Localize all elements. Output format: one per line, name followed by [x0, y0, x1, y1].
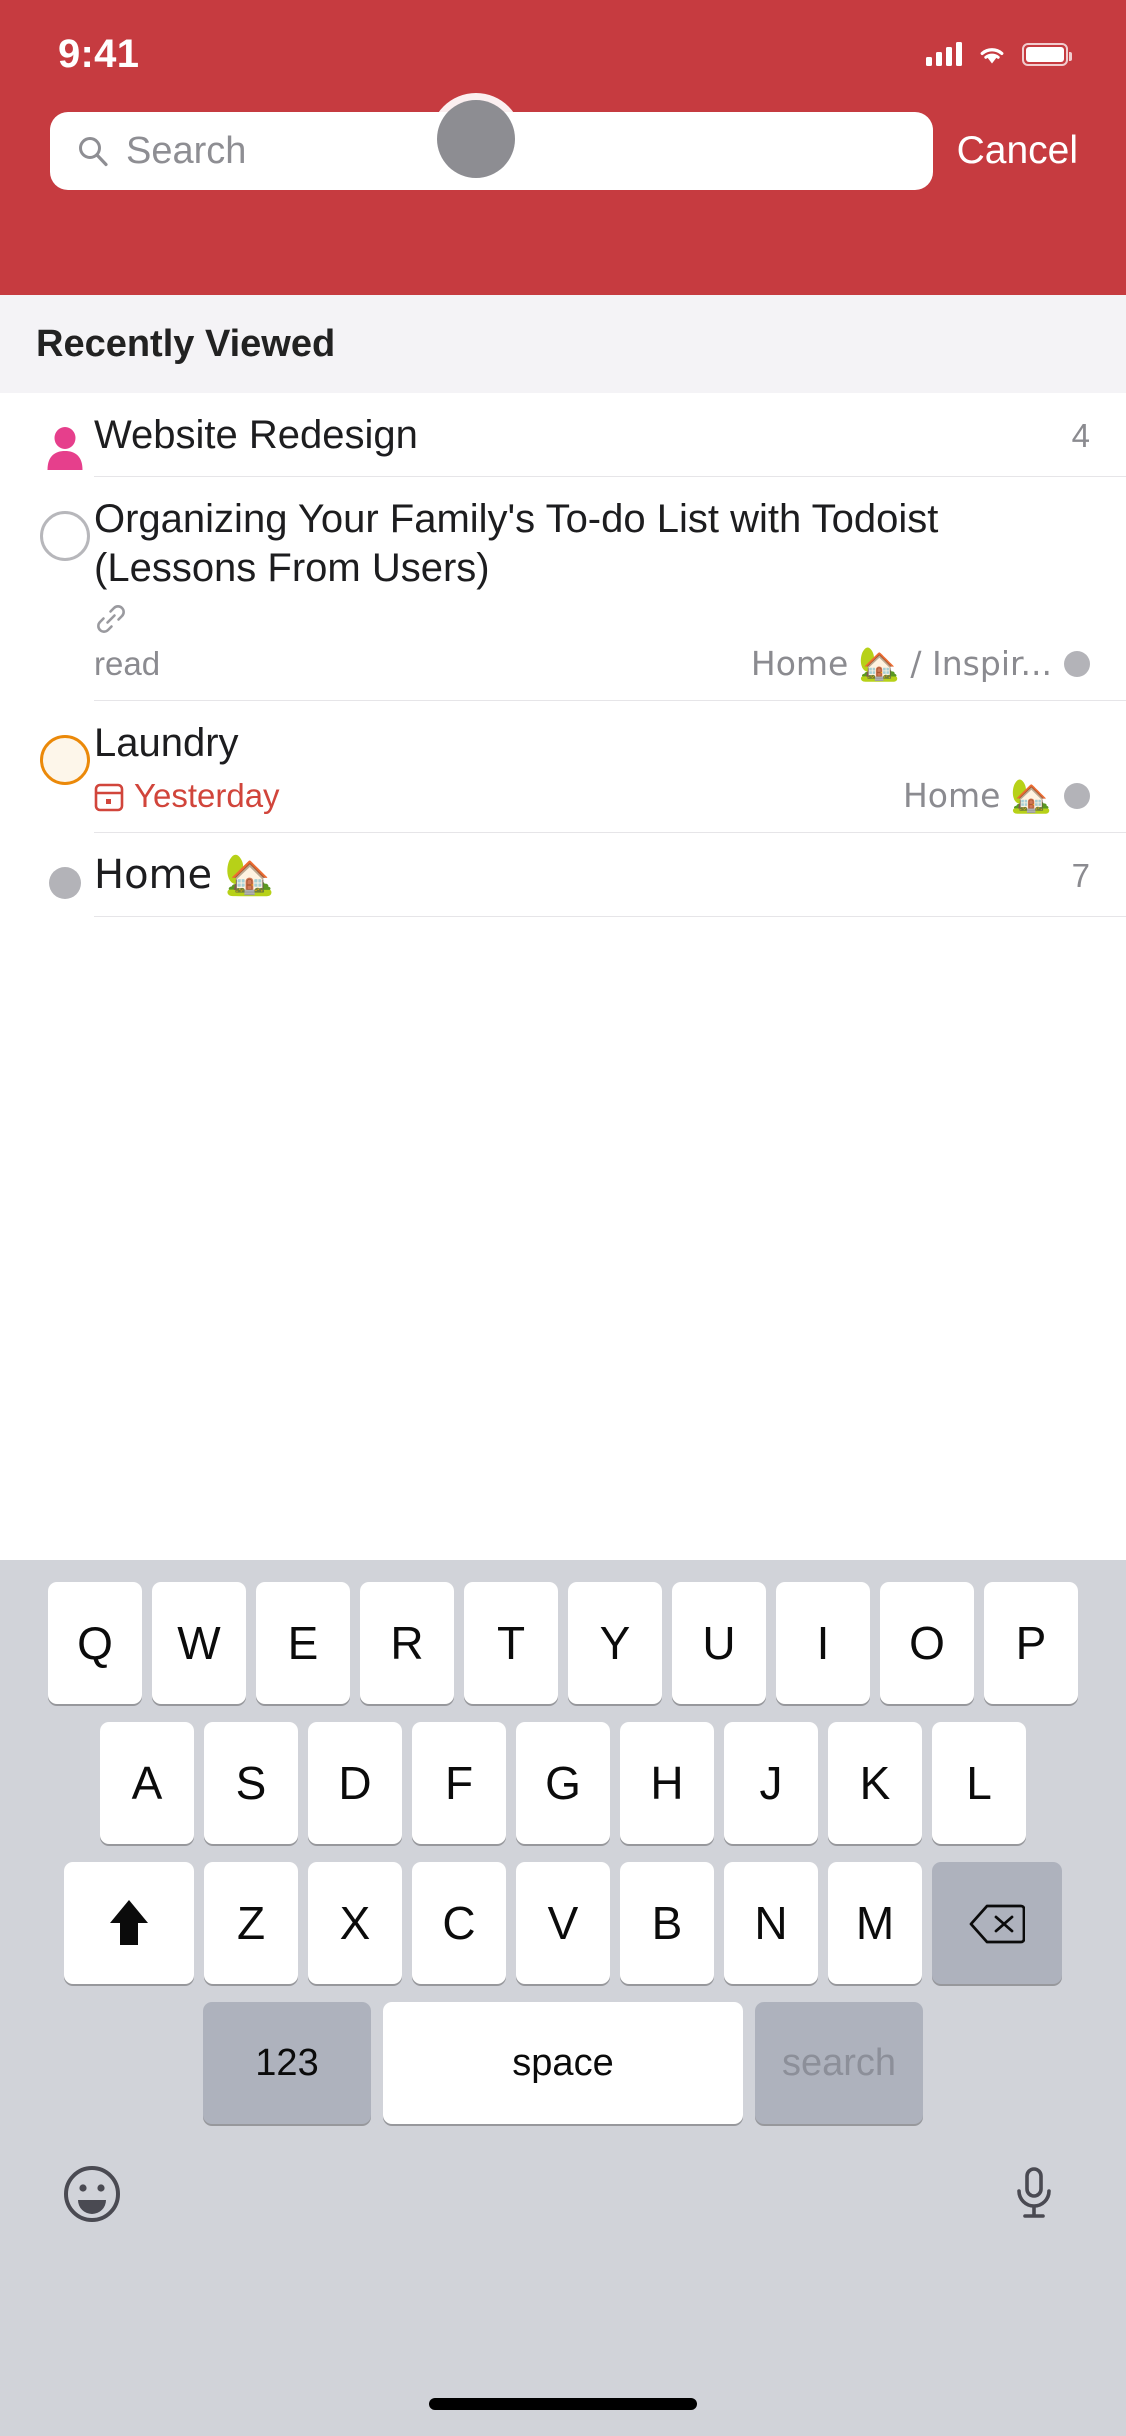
- list-item[interactable]: Organizing Your Family's To-do List with…: [0, 477, 1126, 701]
- key-d[interactable]: D: [308, 1722, 402, 1844]
- numbers-key[interactable]: 123: [203, 2002, 371, 2124]
- key-z[interactable]: Z: [204, 1862, 298, 1984]
- space-key[interactable]: space: [383, 2002, 743, 2124]
- list-item[interactable]: Laundry Yesterday Home 🏡: [0, 701, 1126, 832]
- key-x[interactable]: X: [308, 1862, 402, 1984]
- key-e[interactable]: E: [256, 1582, 350, 1704]
- list-item-body: Organizing Your Family's To-do List with…: [94, 477, 1126, 701]
- status-bar: 9:41: [0, 0, 1126, 96]
- key-k[interactable]: K: [828, 1722, 922, 1844]
- project-dot-icon: [1064, 651, 1090, 678]
- status-bar-time: 9:41: [58, 31, 140, 76]
- keyboard-row-1: Q W E R T Y U I O P: [0, 1560, 1126, 1704]
- phone-screen: 9:41 Search Cancel Recently Viewed Websi…: [0, 0, 1126, 2436]
- list-item-title: Home 🏡: [94, 852, 275, 899]
- key-q[interactable]: Q: [48, 1582, 142, 1704]
- link-icon: [94, 602, 128, 636]
- key-o[interactable]: O: [880, 1582, 974, 1704]
- keyboard-row-4: 123 space search: [0, 1984, 1126, 2124]
- home-indicator: [429, 2398, 697, 2410]
- key-v[interactable]: V: [516, 1862, 610, 1984]
- key-a[interactable]: A: [100, 1722, 194, 1844]
- shift-key[interactable]: [64, 1862, 194, 1984]
- app-header: 9:41 Search Cancel: [0, 0, 1126, 295]
- list-item-due: Yesterday: [94, 777, 280, 815]
- key-n[interactable]: N: [724, 1862, 818, 1984]
- status-bar-icons: [926, 42, 1072, 66]
- key-h[interactable]: H: [620, 1722, 714, 1844]
- person-icon: [45, 427, 85, 471]
- backspace-icon: [969, 1902, 1026, 1944]
- list-item-body: Website Redesign 4: [94, 393, 1126, 476]
- backspace-key[interactable]: [932, 1862, 1062, 1984]
- list-item[interactable]: Home 🏡 7: [0, 833, 1126, 916]
- key-f[interactable]: F: [412, 1722, 506, 1844]
- key-w[interactable]: W: [152, 1582, 246, 1704]
- project-dot-icon: [49, 867, 81, 900]
- key-g[interactable]: G: [516, 1722, 610, 1844]
- search-bar-row: Cancel: [0, 112, 1126, 190]
- wifi-icon: [976, 42, 1008, 66]
- list-divider: [94, 915, 1126, 917]
- key-i[interactable]: I: [776, 1582, 870, 1704]
- list-item-project-label: Home 🏡: [902, 776, 1052, 816]
- list-item-leading: [36, 393, 94, 476]
- key-s[interactable]: S: [204, 1722, 298, 1844]
- checkbox-circle-icon[interactable]: [40, 735, 90, 786]
- key-r[interactable]: R: [360, 1582, 454, 1704]
- key-b[interactable]: B: [620, 1862, 714, 1984]
- key-m[interactable]: M: [828, 1862, 922, 1984]
- list-item-title: Organizing Your Family's To-do List with…: [94, 496, 939, 590]
- key-p[interactable]: P: [984, 1582, 1078, 1704]
- list-item-meta-left: read: [94, 645, 161, 683]
- list-item-body: Home 🏡 7: [94, 833, 1126, 916]
- search-return-key[interactable]: search: [755, 2002, 923, 2124]
- cancel-button[interactable]: Cancel: [957, 129, 1078, 173]
- list-item-count: 4: [1071, 417, 1090, 454]
- list-item-meta: Yesterday Home 🏡: [94, 776, 1090, 816]
- battery-icon: [1022, 42, 1072, 66]
- key-y[interactable]: Y: [568, 1582, 662, 1704]
- list-item-project: Home 🏡: [903, 776, 1090, 816]
- calendar-icon: [94, 781, 124, 812]
- recently-viewed-list: Website Redesign 4 Organizing Your Famil…: [0, 393, 1126, 917]
- list-item-project-label: Home 🏡 / Inspir...: [750, 644, 1052, 684]
- section-title: Recently Viewed: [36, 322, 336, 365]
- keyboard-bottom-row: [0, 2124, 1126, 2224]
- emoji-smiley-icon[interactable]: [62, 2164, 122, 2224]
- list-item-due-label: Yesterday: [134, 777, 280, 815]
- list-item[interactable]: Website Redesign 4: [0, 393, 1126, 476]
- list-item-project: Home 🏡 / Inspir...: [751, 644, 1090, 684]
- key-j[interactable]: J: [724, 1722, 818, 1844]
- microphone-icon[interactable]: [1004, 2164, 1064, 2224]
- key-u[interactable]: U: [672, 1582, 766, 1704]
- keyboard-row-3: Z X C V B N M: [0, 1844, 1126, 1984]
- key-l[interactable]: L: [932, 1722, 1026, 1844]
- section-header: Recently Viewed: [0, 295, 1126, 393]
- search-icon: [76, 134, 110, 168]
- signal-bars-icon: [926, 42, 962, 66]
- keyboard-row-2: A S D F G H J K L: [0, 1704, 1126, 1844]
- shift-up-arrow-icon: [107, 1897, 151, 1949]
- project-dot-icon: [1064, 783, 1090, 810]
- list-item-leading: [36, 833, 94, 916]
- checkbox-circle-icon[interactable]: [40, 510, 90, 561]
- search-input[interactable]: [126, 129, 907, 173]
- key-c[interactable]: C: [412, 1862, 506, 1984]
- touch-cursor: [437, 100, 515, 178]
- list-item-title: Website Redesign: [94, 413, 418, 457]
- list-item-count: 7: [1071, 857, 1090, 895]
- list-item-leading[interactable]: [36, 701, 94, 832]
- list-item-leading[interactable]: [36, 477, 94, 701]
- key-t[interactable]: T: [464, 1582, 558, 1704]
- list-item-title: Laundry: [94, 721, 239, 766]
- on-screen-keyboard: Q W E R T Y U I O P A S D F G H J K L Z …: [0, 1560, 1126, 2436]
- list-item-meta: read Home 🏡 / Inspir...: [94, 644, 1090, 684]
- list-item-body: Laundry Yesterday Home 🏡: [94, 701, 1126, 832]
